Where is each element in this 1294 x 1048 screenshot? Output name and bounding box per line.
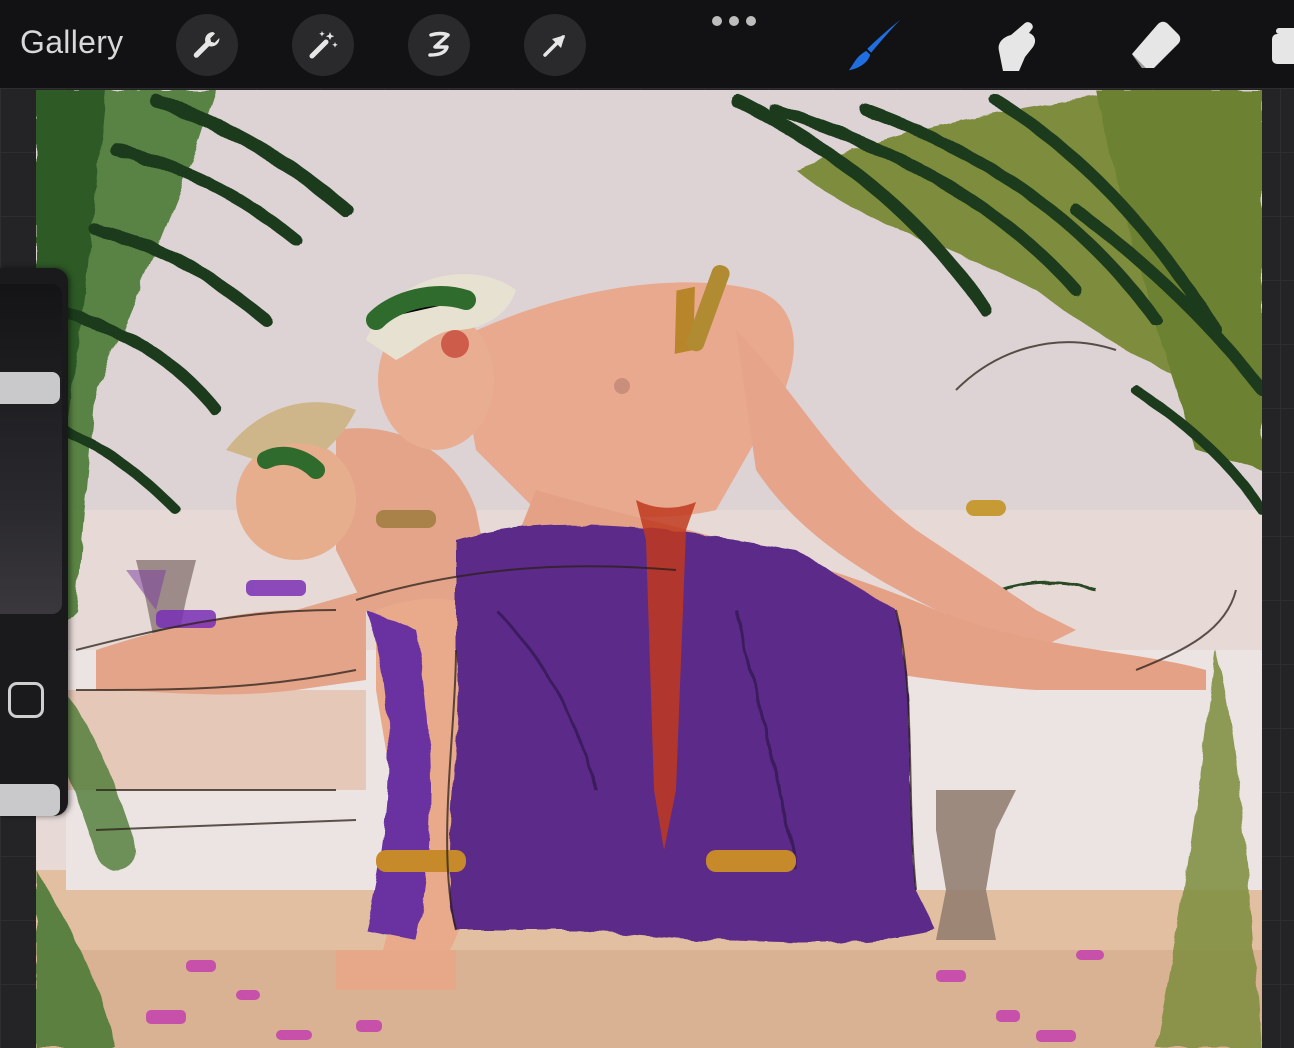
eraser-tool-button[interactable] [1124,14,1186,76]
smudge-tool-button[interactable] [984,14,1046,76]
layers-button[interactable] [1268,22,1294,68]
arrow-cursor-icon [543,35,565,57]
top-toolbar: Gallery [0,0,1294,88]
transform-button[interactable] [524,14,586,76]
brush-size-thumb[interactable] [0,372,60,404]
adjustments-button[interactable] [292,14,354,76]
opacity-slider[interactable] [0,784,60,816]
ellipsis-icon[interactable] [712,14,756,28]
artwork-illustration [36,90,1262,1048]
selection-s-icon [428,31,450,57]
actions-button[interactable] [176,14,238,76]
smudge-finger-icon [998,22,1036,71]
magic-wand-icon [309,31,338,59]
artwork-canvas[interactable] [36,90,1262,1048]
selection-button[interactable] [408,14,470,76]
brush-size-slider[interactable] [0,284,62,614]
gallery-button[interactable]: Gallery [20,24,123,61]
brush-sidebar [0,268,68,816]
brush-icon [848,19,901,71]
wrench-icon [193,32,220,58]
layers-icon [1272,28,1294,64]
square-modify-icon[interactable] [8,682,44,718]
eraser-icon [1132,21,1181,68]
brush-tool-button[interactable] [844,14,906,76]
